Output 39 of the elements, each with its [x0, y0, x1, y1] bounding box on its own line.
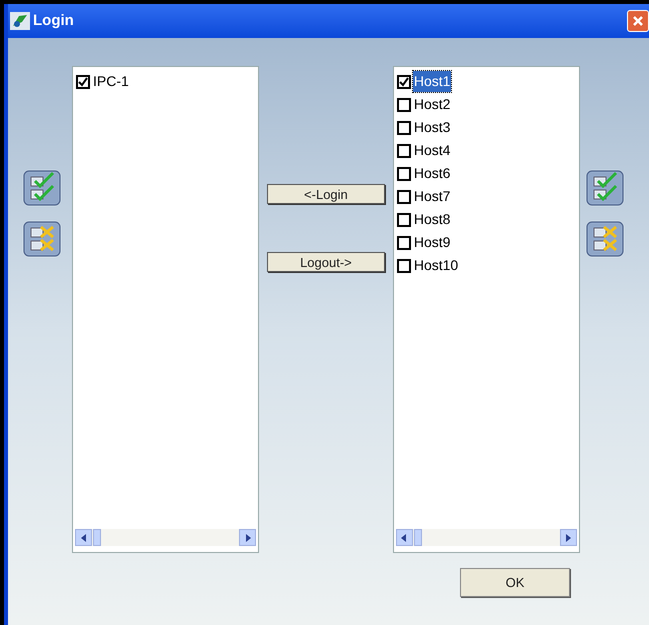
close-icon	[632, 15, 644, 27]
scroll-right-icon[interactable]	[244, 534, 251, 542]
login-button[interactable]: <-Login	[266, 184, 385, 204]
checkbox[interactable]	[396, 120, 411, 134]
host-item[interactable]: Host1	[412, 71, 452, 92]
checkbox[interactable]	[396, 236, 411, 250]
checkbox[interactable]	[396, 190, 411, 204]
ok-button[interactable]: OK	[460, 568, 570, 597]
close-button[interactable]	[627, 10, 649, 32]
logout-button[interactable]: Logout->	[266, 252, 385, 272]
check-all-icon[interactable]	[23, 170, 62, 206]
host-item[interactable]: Host6	[412, 163, 452, 184]
host-item[interactable]: Host8	[412, 209, 452, 230]
scroll-left-icon[interactable]	[80, 534, 87, 542]
host-item[interactable]: Host10	[412, 255, 460, 276]
checkbox[interactable]	[396, 74, 411, 88]
scroll-left-icon[interactable]	[401, 534, 408, 542]
checkbox[interactable]	[396, 144, 411, 158]
host-item[interactable]: Host3	[412, 117, 452, 138]
checkbox[interactable]	[396, 166, 411, 180]
checkbox[interactable]	[76, 74, 90, 88]
scrollbar-thumb[interactable]	[414, 529, 422, 546]
checkbox[interactable]	[396, 258, 411, 272]
host-item[interactable]: Host7	[412, 186, 452, 207]
checkbox[interactable]	[396, 212, 411, 226]
host-item[interactable]: Host9	[412, 232, 452, 253]
checkbox[interactable]	[396, 98, 411, 112]
host-item[interactable]: Host4	[412, 140, 452, 161]
host-item[interactable]: Host2	[412, 94, 452, 115]
app-icon	[10, 12, 30, 30]
scrollbar-thumb[interactable]	[93, 529, 102, 546]
uncheck-all-icon[interactable]	[23, 221, 62, 257]
window-title: Login	[33, 10, 74, 31]
horizontal-scrollbar[interactable]	[396, 529, 577, 546]
host-item[interactable]: IPC-1	[92, 71, 130, 92]
check-all-icon[interactable]	[586, 170, 624, 206]
scroll-right-icon[interactable]	[565, 534, 572, 542]
horizontal-scrollbar[interactable]	[75, 529, 256, 546]
uncheck-all-icon[interactable]	[586, 221, 624, 257]
